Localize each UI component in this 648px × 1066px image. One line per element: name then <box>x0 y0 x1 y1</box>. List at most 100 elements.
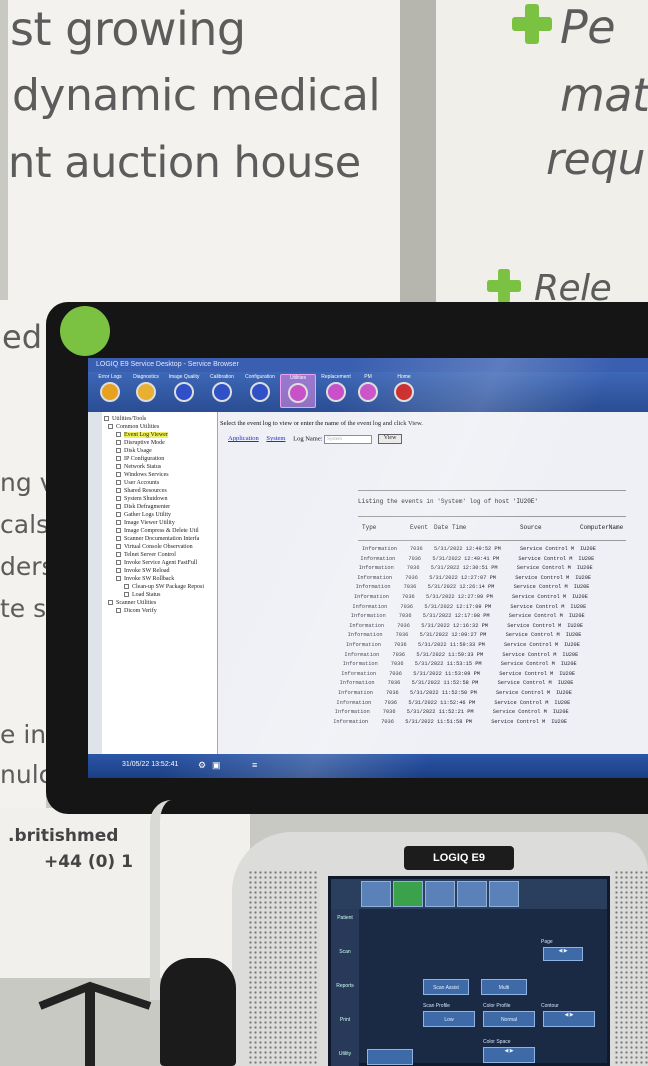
table-cell: 5/31/2022 11:53:15 PM <box>414 661 482 668</box>
side-utility[interactable]: Utility <box>334 1051 356 1066</box>
table-cell: Service Control M <box>507 622 562 629</box>
side-print[interactable]: Print <box>334 1017 356 1051</box>
tree-item[interactable]: Dicom Verify <box>116 608 157 614</box>
table-cell: 7036 <box>406 565 420 572</box>
system-link[interactable]: System <box>266 435 285 442</box>
window-title: LOGIQ E9 Service Desktop - Service Brows… <box>88 358 648 372</box>
table-cell: 5/31/2022 12:30:51 PM <box>430 565 498 572</box>
toolbar-image-quality[interactable]: Image Quality <box>166 374 202 402</box>
log-name-input[interactable]: System <box>324 434 373 444</box>
tree-item[interactable]: Virtual Console Observation <box>116 544 193 550</box>
tree-common-utilities[interactable]: Common Utilities <box>108 424 159 430</box>
tree-item[interactable]: Disk Defragmenter <box>116 504 170 510</box>
divider <box>358 540 626 541</box>
table-cell: 7036 <box>381 718 394 725</box>
tree-item[interactable]: Image Compress & Delete Util <box>116 528 199 534</box>
table-cell: Service Control M <box>505 632 560 639</box>
tree-item[interactable]: Image Viewer Utility <box>116 520 175 526</box>
color-space-stepper[interactable]: ◀ ▶ <box>483 1047 535 1063</box>
tree-item[interactable]: Gather Logs Utility <box>116 512 171 518</box>
tray-icon: ≡ <box>252 760 258 770</box>
label-page: Page <box>541 939 553 945</box>
table-cell: IU20E <box>551 718 568 725</box>
tree-item[interactable]: User Accounts <box>116 480 159 486</box>
tree-item[interactable]: Shared Resources <box>116 488 167 494</box>
contour-stepper[interactable]: ◀ ▶ <box>543 1011 595 1027</box>
table-cell: Information <box>344 651 380 658</box>
tree-item[interactable]: Scanner Documentation Interfa <box>116 536 199 542</box>
view-button[interactable]: View <box>377 434 403 444</box>
application-link[interactable]: Application <box>228 435 259 442</box>
probe-tab[interactable] <box>361 881 391 907</box>
table-cell: 5/31/2022 11:59:33 PM <box>418 642 485 648</box>
probe-tabs <box>331 879 607 909</box>
table-cell: Service Control M <box>518 555 573 562</box>
table-cell: IU20E <box>576 565 593 572</box>
tree-item[interactable]: Invoke SW Rollback <box>116 576 174 582</box>
banner-right-line-1: Pe <box>560 0 616 54</box>
doc-icon <box>116 432 121 438</box>
tree-item[interactable]: Invoke SW Reload <box>116 568 170 574</box>
table-cell: Information <box>339 680 375 687</box>
scan-assist-button[interactable]: Scan Assist <box>423 979 469 995</box>
toolbar-pm[interactable]: PM <box>350 374 386 402</box>
tree-root[interactable]: Utilities/Tools <box>104 416 146 422</box>
scan-profile-stepper[interactable]: Low <box>423 1011 475 1027</box>
green-dot-logo <box>60 306 110 356</box>
tree-scanner-utilities[interactable]: Scanner Utilities <box>108 600 156 606</box>
table-cell: Information <box>341 670 377 677</box>
table-cell: 7036 <box>397 622 410 629</box>
table-cell: 5/31/2022 12:16:32 PM <box>421 622 488 629</box>
tree-item[interactable]: System Shutdown <box>116 496 168 502</box>
tree-item[interactable]: Network Status <box>116 464 161 470</box>
tree-item[interactable]: Windows Services <box>116 472 169 478</box>
table-cell: 5/31/2022 11:59:33 PM <box>416 651 484 658</box>
doc-icon <box>116 448 121 454</box>
photo-scene: st growing dynamic medical nt auction ho… <box>0 0 648 1066</box>
toolbar-label: Replacement <box>321 374 351 380</box>
probe-tab[interactable] <box>393 881 423 907</box>
tree-item[interactable]: Invoke Service Agent FastFull <box>116 560 197 566</box>
toolbar-label: Image Quality <box>168 374 200 380</box>
banner-gap <box>400 0 436 320</box>
tree-item[interactable]: Disruptive Mode <box>116 440 165 446</box>
bottom-button[interactable] <box>367 1049 413 1065</box>
color-profile-stepper[interactable]: Normal <box>483 1011 535 1027</box>
toolbar-diagnostics[interactable]: Diagnostics <box>128 374 164 402</box>
probe-tab[interactable] <box>457 881 487 907</box>
side-scan[interactable]: Scan <box>334 949 356 983</box>
toolbar-calibration[interactable]: Calibration <box>204 374 240 402</box>
tree-event-log-viewer[interactable]: Event Log Viewer <box>116 432 168 438</box>
monitor-icon: ▣ <box>212 760 221 770</box>
table-cell: 5/31/2022 11:52:46 PM <box>408 699 476 706</box>
table-cell: 5/31/2022 12:09:27 PM <box>419 632 487 639</box>
tree-item[interactable]: Load Status <box>124 592 161 598</box>
table-cell: IU20E <box>559 670 576 677</box>
chair-legs <box>38 981 152 1066</box>
tree-item[interactable]: IP Configuration <box>116 456 164 462</box>
side-patient[interactable]: Patient <box>334 915 356 949</box>
multi-button[interactable]: Multi <box>481 979 527 995</box>
tree-item[interactable]: Clean-up SW Package Reposi <box>124 584 204 590</box>
log-controls: Application System Log Name: System View <box>228 434 403 444</box>
probe-tab[interactable] <box>489 881 519 907</box>
toolbar-error-logs[interactable]: Error Logs <box>92 374 128 402</box>
page-stepper[interactable]: ◀ ▶ <box>543 947 583 961</box>
toolbar-label: PM <box>364 374 372 380</box>
configuration-icon <box>250 382 270 402</box>
table-cell: Information <box>334 709 370 716</box>
toolbar-home[interactable]: Home <box>386 374 422 402</box>
col-source: Source <box>520 524 542 531</box>
doc-icon <box>116 440 121 446</box>
tree-item[interactable]: Telnet Server Control <box>116 552 176 558</box>
table-cell: IU20E <box>562 651 579 658</box>
table-cell: IU20E <box>554 699 571 706</box>
label-color-profile: Color Profile <box>483 1003 511 1009</box>
toolbar-replacement[interactable]: Replacement <box>318 374 354 402</box>
probe-tab[interactable] <box>425 881 455 907</box>
tree-item[interactable]: Disk Usage <box>116 448 152 454</box>
side-reports[interactable]: Reports <box>334 983 356 1017</box>
toolbar-configuration[interactable]: Configuration <box>242 374 278 402</box>
toolbar-label: Diagnostics <box>133 374 159 380</box>
toolbar-utilities[interactable]: Utilities <box>280 374 316 408</box>
